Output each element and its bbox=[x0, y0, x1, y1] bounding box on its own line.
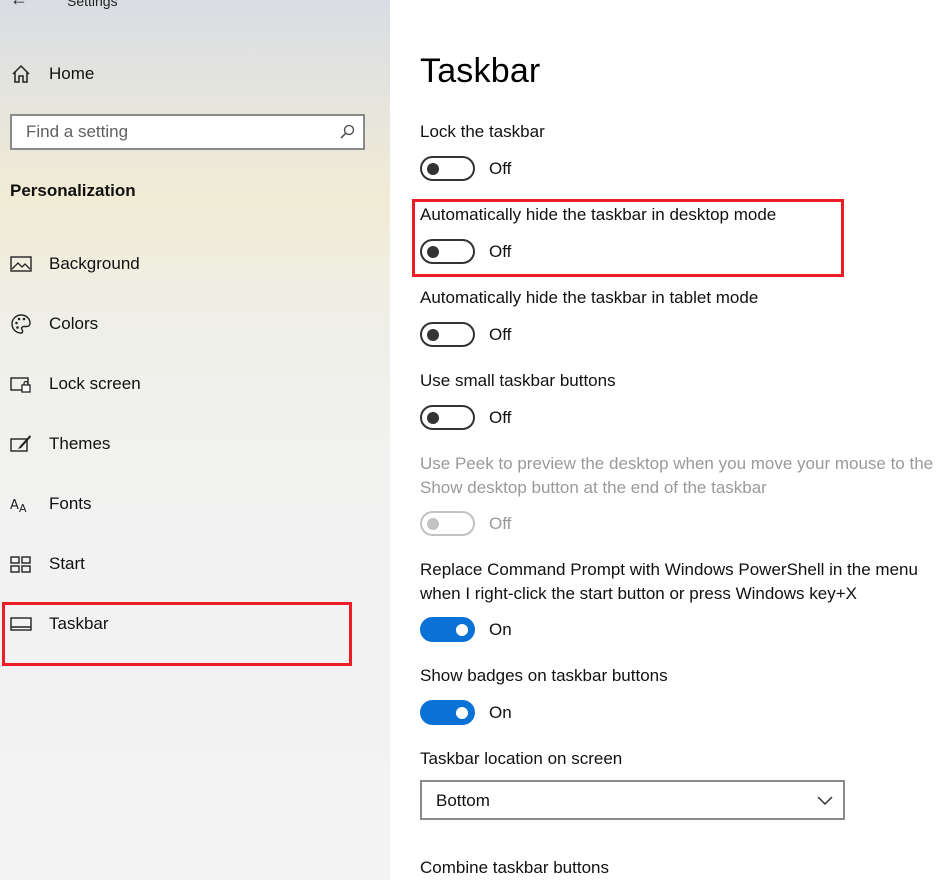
setting-label-location: Taskbar location on screen bbox=[420, 749, 623, 768]
home-icon bbox=[12, 64, 30, 83]
setting-label-combine: Combine taskbar buttons bbox=[420, 858, 609, 877]
sidebar-item-label: Fonts bbox=[49, 494, 92, 513]
toggle-powershell[interactable] bbox=[420, 617, 475, 642]
sidebar-item-colors[interactable]: Colors bbox=[0, 305, 390, 345]
toggle-knob bbox=[427, 329, 439, 341]
app-title: Settings bbox=[67, 0, 118, 9]
location-dropdown-value: Bottom bbox=[436, 791, 490, 810]
sidebar-item-themes[interactable]: Themes bbox=[0, 425, 390, 465]
toggle-state-badges: On bbox=[489, 703, 512, 722]
toggle-state-powershell: On bbox=[489, 620, 512, 639]
image-icon bbox=[10, 256, 32, 272]
section-heading: Personalization bbox=[10, 181, 136, 200]
fonts-icon: A A bbox=[10, 498, 27, 515]
toggle-knob bbox=[427, 412, 439, 424]
sidebar-item-label: Background bbox=[49, 254, 140, 273]
svg-text:A: A bbox=[10, 498, 19, 513]
setting-label-badges: Show badges on taskbar buttons bbox=[420, 666, 668, 685]
annotation-highlight-taskbar bbox=[2, 602, 352, 666]
toggle-state-autohide-tablet: Off bbox=[489, 325, 512, 344]
toggle-badges[interactable] bbox=[420, 700, 475, 725]
annotation-highlight-autohide-desktop bbox=[412, 199, 844, 277]
toggle-state-small-buttons: Off bbox=[489, 408, 512, 427]
back-arrow-icon[interactable]: ← bbox=[10, 0, 28, 10]
nav-home-label: Home bbox=[49, 64, 95, 83]
toggle-knob bbox=[456, 707, 468, 719]
sidebar-item-background[interactable]: Background bbox=[0, 245, 390, 285]
toggle-knob bbox=[456, 624, 468, 636]
toggle-autohide-tablet[interactable] bbox=[420, 322, 475, 347]
page-title: Taskbar bbox=[420, 52, 541, 90]
sidebar-item-label: Colors bbox=[49, 314, 99, 333]
start-icon bbox=[10, 556, 31, 573]
sidebar: ← Settings Home Personalization Backgrou… bbox=[0, 0, 390, 880]
setting-label-powershell-line2: when I right-click the start button or p… bbox=[420, 584, 857, 603]
search-box[interactable] bbox=[10, 114, 365, 150]
svg-text:A: A bbox=[19, 502, 27, 515]
toggle-knob bbox=[427, 518, 439, 530]
lock-screen-icon bbox=[10, 377, 31, 393]
sidebar-item-start[interactable]: Start bbox=[0, 545, 390, 585]
themes-icon bbox=[10, 435, 31, 452]
sidebar-item-label: Themes bbox=[49, 434, 111, 453]
setting-label-peek-line1: Use Peek to preview the desktop when you… bbox=[420, 454, 934, 473]
setting-label-powershell-line1: Replace Command Prompt with Windows Powe… bbox=[420, 560, 918, 579]
location-dropdown[interactable]: Bottom bbox=[420, 780, 845, 820]
sidebar-item-fonts[interactable]: A A Fonts bbox=[0, 485, 390, 525]
sidebar-item-lock-screen[interactable]: Lock screen bbox=[0, 365, 390, 405]
toggle-small-buttons[interactable] bbox=[420, 405, 475, 430]
nav-home[interactable]: Home bbox=[0, 56, 390, 92]
toggle-peek bbox=[420, 511, 475, 536]
setting-label-peek-line2: Show desktop button at the end of the ta… bbox=[420, 478, 767, 497]
toggle-lock-taskbar[interactable] bbox=[420, 156, 475, 181]
toggle-state-peek: Off bbox=[489, 514, 512, 533]
title-bar: ← Settings bbox=[0, 0, 390, 13]
setting-label-small-buttons: Use small taskbar buttons bbox=[420, 371, 616, 390]
main-content: Taskbar Lock the taskbar Off Automatical… bbox=[390, 0, 938, 880]
setting-label-lock-taskbar: Lock the taskbar bbox=[420, 122, 545, 141]
chevron-down-icon bbox=[817, 796, 833, 806]
search-input[interactable] bbox=[12, 116, 346, 148]
palette-icon bbox=[11, 314, 31, 334]
sidebar-item-label: Start bbox=[49, 554, 85, 573]
setting-label-autohide-tablet: Automatically hide the taskbar in tablet… bbox=[420, 288, 759, 307]
toggle-state-lock-taskbar: Off bbox=[489, 159, 512, 178]
search-icon[interactable] bbox=[339, 124, 355, 140]
sidebar-item-label: Lock screen bbox=[49, 374, 141, 393]
toggle-knob bbox=[427, 163, 439, 175]
